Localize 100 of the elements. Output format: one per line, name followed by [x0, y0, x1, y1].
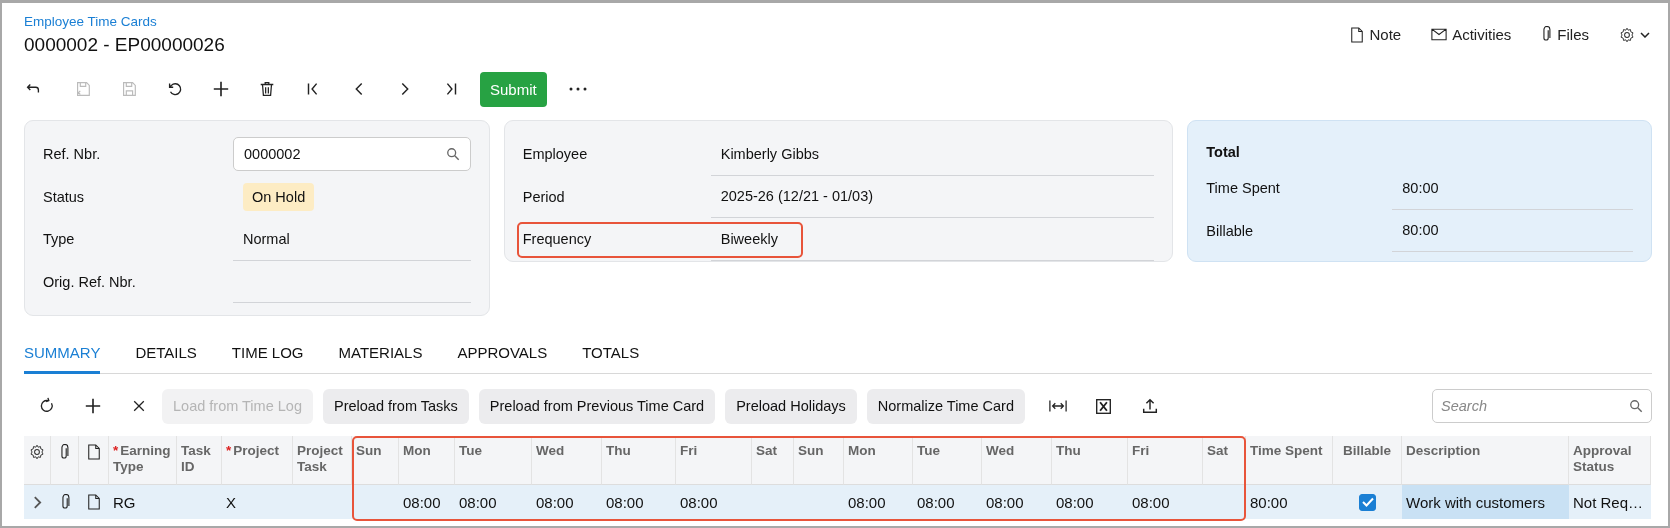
- field-label: Period: [522, 188, 565, 205]
- paperclip-icon: [59, 493, 71, 511]
- tab[interactable]: TOTALS: [582, 336, 640, 374]
- tab[interactable]: MATERIALS: [338, 336, 423, 374]
- field-label: Ref. Nbr.: [43, 146, 101, 163]
- table-cell: 08:00: [602, 485, 676, 519]
- field-value: 2025-26 (12/21 - 01/03): [720, 188, 874, 205]
- add-icon: [84, 397, 102, 415]
- card-heading: Total: [1206, 143, 1241, 162]
- column-header[interactable]: Sun: [352, 436, 399, 485]
- column-header[interactable]: *Earning Type: [109, 436, 177, 485]
- column-header[interactable]: [24, 436, 51, 485]
- column-header[interactable]: Project Task: [293, 436, 352, 485]
- document-icon: [86, 444, 101, 460]
- breadcrumb-link[interactable]: Employee Time Cards: [24, 14, 157, 29]
- field-label: Status: [43, 188, 85, 205]
- save-icon: [74, 80, 92, 98]
- table-cell: 08:00: [913, 485, 982, 519]
- note-button[interactable]: Note: [1350, 26, 1402, 43]
- field-label: Orig. Ref. Nbr.: [43, 273, 136, 290]
- table-cell: Work with customers: [1402, 485, 1569, 519]
- activities-button[interactable]: Activities: [1431, 26, 1512, 43]
- chevron-down-icon: [1640, 31, 1650, 38]
- status-badge: On Hold: [243, 182, 315, 211]
- table-cell: 80:00: [1246, 485, 1333, 519]
- table-cell: 08:00: [844, 485, 913, 519]
- column-header[interactable]: Tue: [913, 436, 982, 485]
- column-header[interactable]: Billable: [1333, 436, 1402, 485]
- table-cell: X: [222, 485, 293, 519]
- envelope-icon: [1431, 28, 1448, 41]
- field-label: Employee: [522, 146, 588, 163]
- spreadsheet-icon: [1095, 397, 1113, 415]
- field-value: 80:00: [1402, 179, 1439, 196]
- column-header[interactable]: Sat: [1203, 436, 1246, 485]
- field-value: Biweekly: [720, 230, 778, 247]
- action-button[interactable]: Preload from Previous Time Card: [478, 388, 716, 424]
- settings-button[interactable]: [1619, 26, 1650, 43]
- action-button[interactable]: Normalize Time Card: [866, 388, 1025, 424]
- tab[interactable]: SUMMARY: [24, 336, 101, 374]
- column-header[interactable]: Tue: [455, 436, 532, 485]
- close-icon: [131, 398, 147, 414]
- settings-icon: [29, 444, 45, 460]
- action-button[interactable]: Preload from Tasks: [322, 388, 469, 424]
- column-header[interactable]: Description: [1402, 436, 1569, 485]
- column-header[interactable]: Wed: [532, 436, 602, 485]
- column-header[interactable]: Approval Status: [1569, 436, 1651, 485]
- lookup-field[interactable]: 0000002: [233, 137, 471, 172]
- column-header[interactable]: Sat: [752, 436, 794, 485]
- files-button[interactable]: Files: [1541, 26, 1589, 43]
- table-cell: 08:00: [455, 485, 532, 519]
- checkbox[interactable]: [1359, 493, 1376, 511]
- column-header[interactable]: *Project: [222, 436, 293, 485]
- add-icon: [212, 80, 230, 98]
- document-icon: [1350, 26, 1365, 43]
- column-header[interactable]: [79, 436, 109, 485]
- table-cell: 08:00: [1128, 485, 1203, 519]
- table-cell: 08:00: [676, 485, 752, 519]
- column-header[interactable]: Thu: [602, 436, 676, 485]
- upload-icon: [1140, 397, 1159, 415]
- field-label: Billable: [1206, 222, 1254, 239]
- table-cell: RG: [109, 485, 177, 519]
- column-header[interactable]: Mon: [844, 436, 913, 485]
- search-icon: [445, 147, 460, 162]
- field-value: 80:00: [1402, 222, 1439, 239]
- action-button[interactable]: Preload Holidays: [725, 388, 857, 424]
- table-cell: 08:00: [532, 485, 602, 519]
- more-icon: [567, 86, 588, 92]
- table-cell: 08:00: [399, 485, 455, 519]
- trash-icon: [258, 80, 276, 98]
- column-header[interactable]: Thu: [1052, 436, 1128, 485]
- paperclip-icon: [1541, 26, 1553, 43]
- document-icon: [87, 494, 101, 510]
- table-cell: 08:00: [982, 485, 1052, 519]
- column-header[interactable]: Wed: [982, 436, 1052, 485]
- table-cell: Not Req…: [1569, 485, 1651, 519]
- tab[interactable]: APPROVALS: [457, 336, 548, 374]
- column-header[interactable]: Mon: [399, 436, 455, 485]
- settings-icon: [1619, 26, 1635, 43]
- search-icon: [1629, 399, 1643, 413]
- save-icon: [120, 80, 138, 98]
- column-header[interactable]: Time Spent: [1246, 436, 1333, 485]
- tab[interactable]: DETAILS: [135, 336, 197, 374]
- field-label: Type: [43, 231, 75, 248]
- table-cell: 08:00: [1052, 485, 1128, 519]
- submit-button[interactable]: Submit: [480, 71, 547, 107]
- tab[interactable]: TIME LOG: [231, 336, 304, 374]
- paperclip-icon: [59, 444, 70, 461]
- column-header[interactable]: Fri: [1128, 436, 1203, 485]
- field-label: Time Spent: [1206, 180, 1280, 197]
- column-header[interactable]: [51, 436, 79, 485]
- column-header[interactable]: Sun: [794, 436, 844, 485]
- field-label: Frequency: [522, 231, 592, 248]
- column-header[interactable]: Fri: [676, 436, 752, 485]
- undo-icon: [166, 80, 184, 98]
- field-value: Kimberly Gibbs: [720, 145, 820, 162]
- page-title: 0000002 - EP00000026: [24, 34, 225, 56]
- field-value: Normal: [243, 230, 290, 247]
- search-field[interactable]: Search: [1432, 389, 1652, 423]
- column-header[interactable]: Task ID: [177, 436, 222, 485]
- expand-chevron-icon[interactable]: [33, 495, 42, 509]
